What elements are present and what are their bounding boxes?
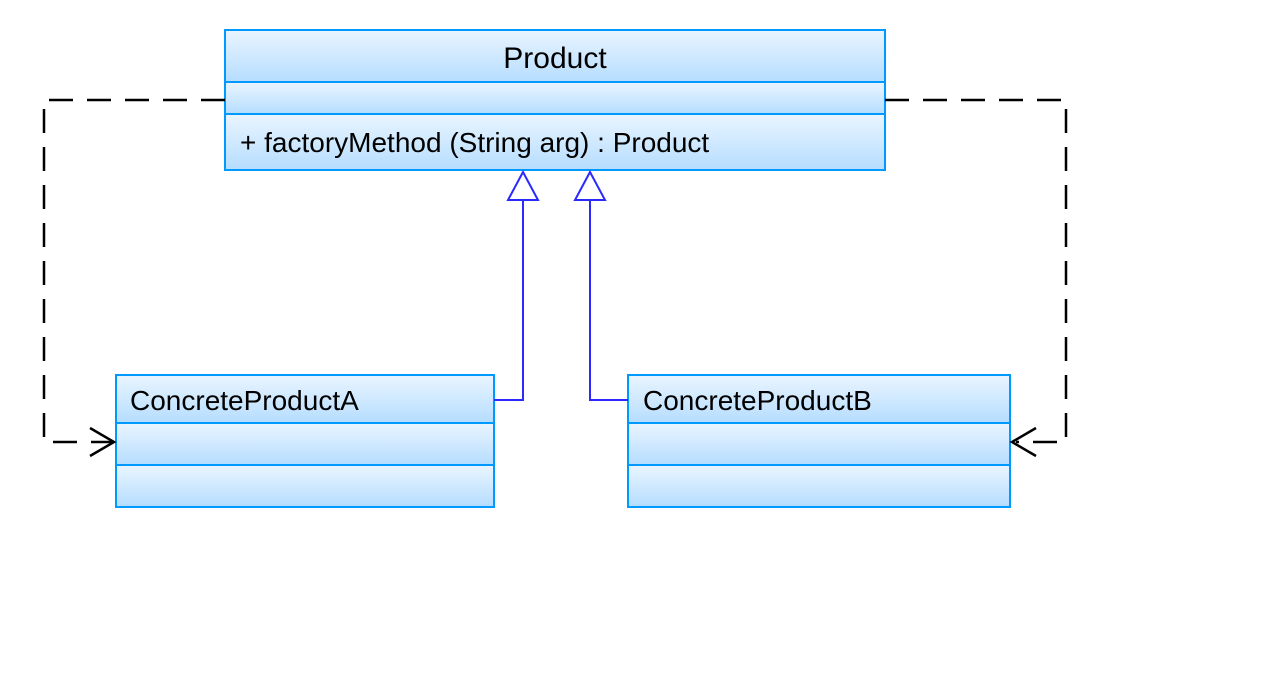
class-concrete-a-title: ConcreteProductA [130, 385, 359, 416]
generalization-a-to-product [494, 172, 538, 400]
class-concrete-a: ConcreteProductA [116, 375, 494, 507]
class-concrete-b: ConcreteProductB [628, 375, 1010, 507]
class-product: Product + factoryMethod (String arg) : P… [225, 30, 885, 170]
class-product-title: Product [503, 42, 607, 75]
uml-class-diagram: Product + factoryMethod (String arg) : P… [0, 0, 1280, 676]
class-product-method: + factoryMethod (String arg) : Product [240, 127, 709, 158]
class-concrete-b-title: ConcreteProductB [643, 385, 872, 416]
generalization-b-to-product [575, 172, 628, 400]
